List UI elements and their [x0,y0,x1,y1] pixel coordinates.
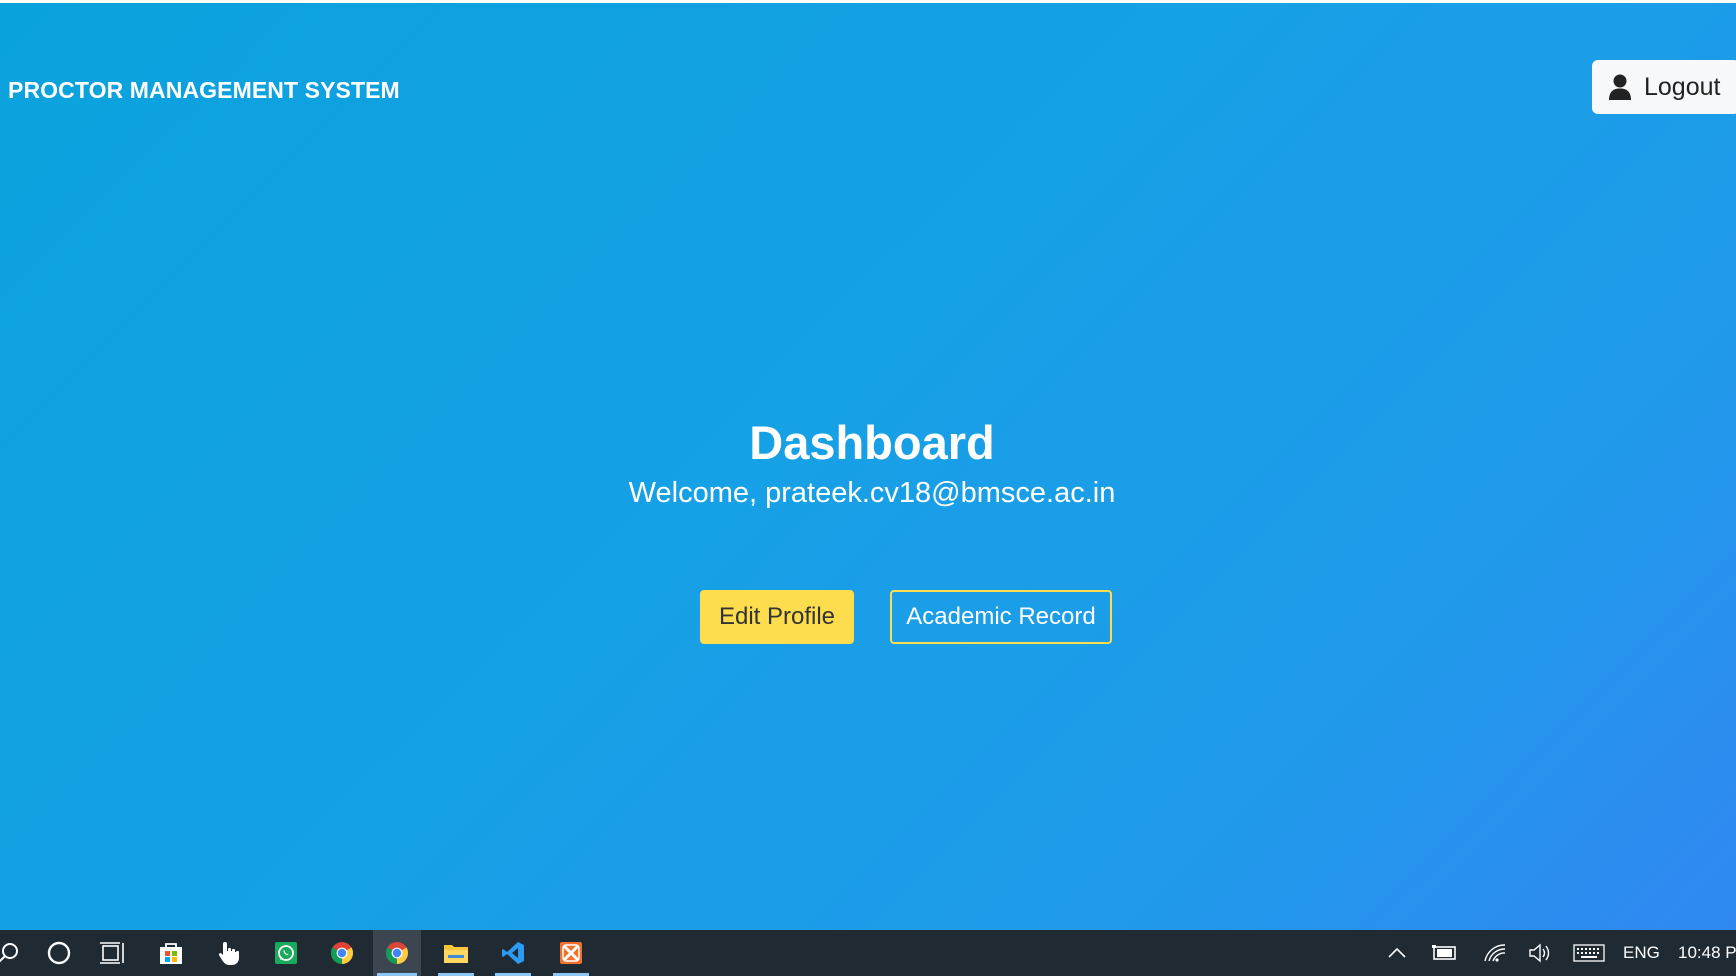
cortana-icon [47,941,71,965]
logout-button[interactable]: Logout [1592,60,1736,114]
taskbar-task-view[interactable] [91,930,135,976]
windows-taskbar: ENG 10:48 P [0,930,1736,976]
taskbar-whatsapp[interactable] [264,930,308,976]
tray-language[interactable]: ENG [1623,930,1660,976]
brand-title: PROCTOR MANAGEMENT SYSTEM [8,77,400,103]
search-icon [0,943,18,963]
tray-overflow-button[interactable] [1385,930,1409,976]
chevron-up-icon [1388,948,1406,958]
edit-profile-button[interactable]: Edit Profile [700,590,854,644]
welcome-message: Welcome, prateek.cv18@bmsce.ac.in [628,477,1116,509]
taskbar-vscode[interactable] [491,930,535,976]
tray-clock[interactable]: 10:48 P [1678,930,1736,976]
dashboard-page: PROCTOR MANAGEMENT SYSTEM Logout Dashboa… [0,3,1736,930]
vscode-icon [502,942,524,964]
tray-keyboard[interactable] [1572,930,1606,976]
wifi-icon [1484,944,1506,962]
taskbar-chrome[interactable] [320,930,364,976]
tray-network[interactable] [1482,930,1508,976]
file-explorer-icon [444,945,468,963]
taskbar-file-explorer[interactable] [434,930,478,976]
chrome-icon [386,942,408,964]
hero: Dashboard Welcome, prateek.cv18@bmsce.ac… [0,415,1736,513]
speaker-icon [1529,943,1550,963]
microsoft-store-icon [160,943,182,964]
academic-record-button[interactable]: Academic Record [890,590,1112,644]
tray-volume[interactable] [1527,930,1553,976]
user-icon [1609,74,1631,100]
xampp-icon [560,942,582,964]
battery-icon [1432,945,1456,960]
logout-label: Logout [1644,72,1721,101]
taskbar-store[interactable] [149,930,193,976]
taskbar-search[interactable] [0,930,30,976]
taskbar-pointer-app[interactable] [207,930,251,976]
taskbar-xampp[interactable] [549,930,593,976]
chrome-icon [331,942,353,964]
tray-battery[interactable] [1431,930,1459,976]
page-title: Dashboard [749,416,995,469]
keyboard-icon [1573,944,1605,962]
taskbar-cortana[interactable] [37,930,81,976]
whatsapp-icon [275,942,297,964]
task-view-icon [100,942,124,964]
pointer-app-icon [218,942,239,965]
taskbar-chrome-active[interactable] [373,930,421,976]
